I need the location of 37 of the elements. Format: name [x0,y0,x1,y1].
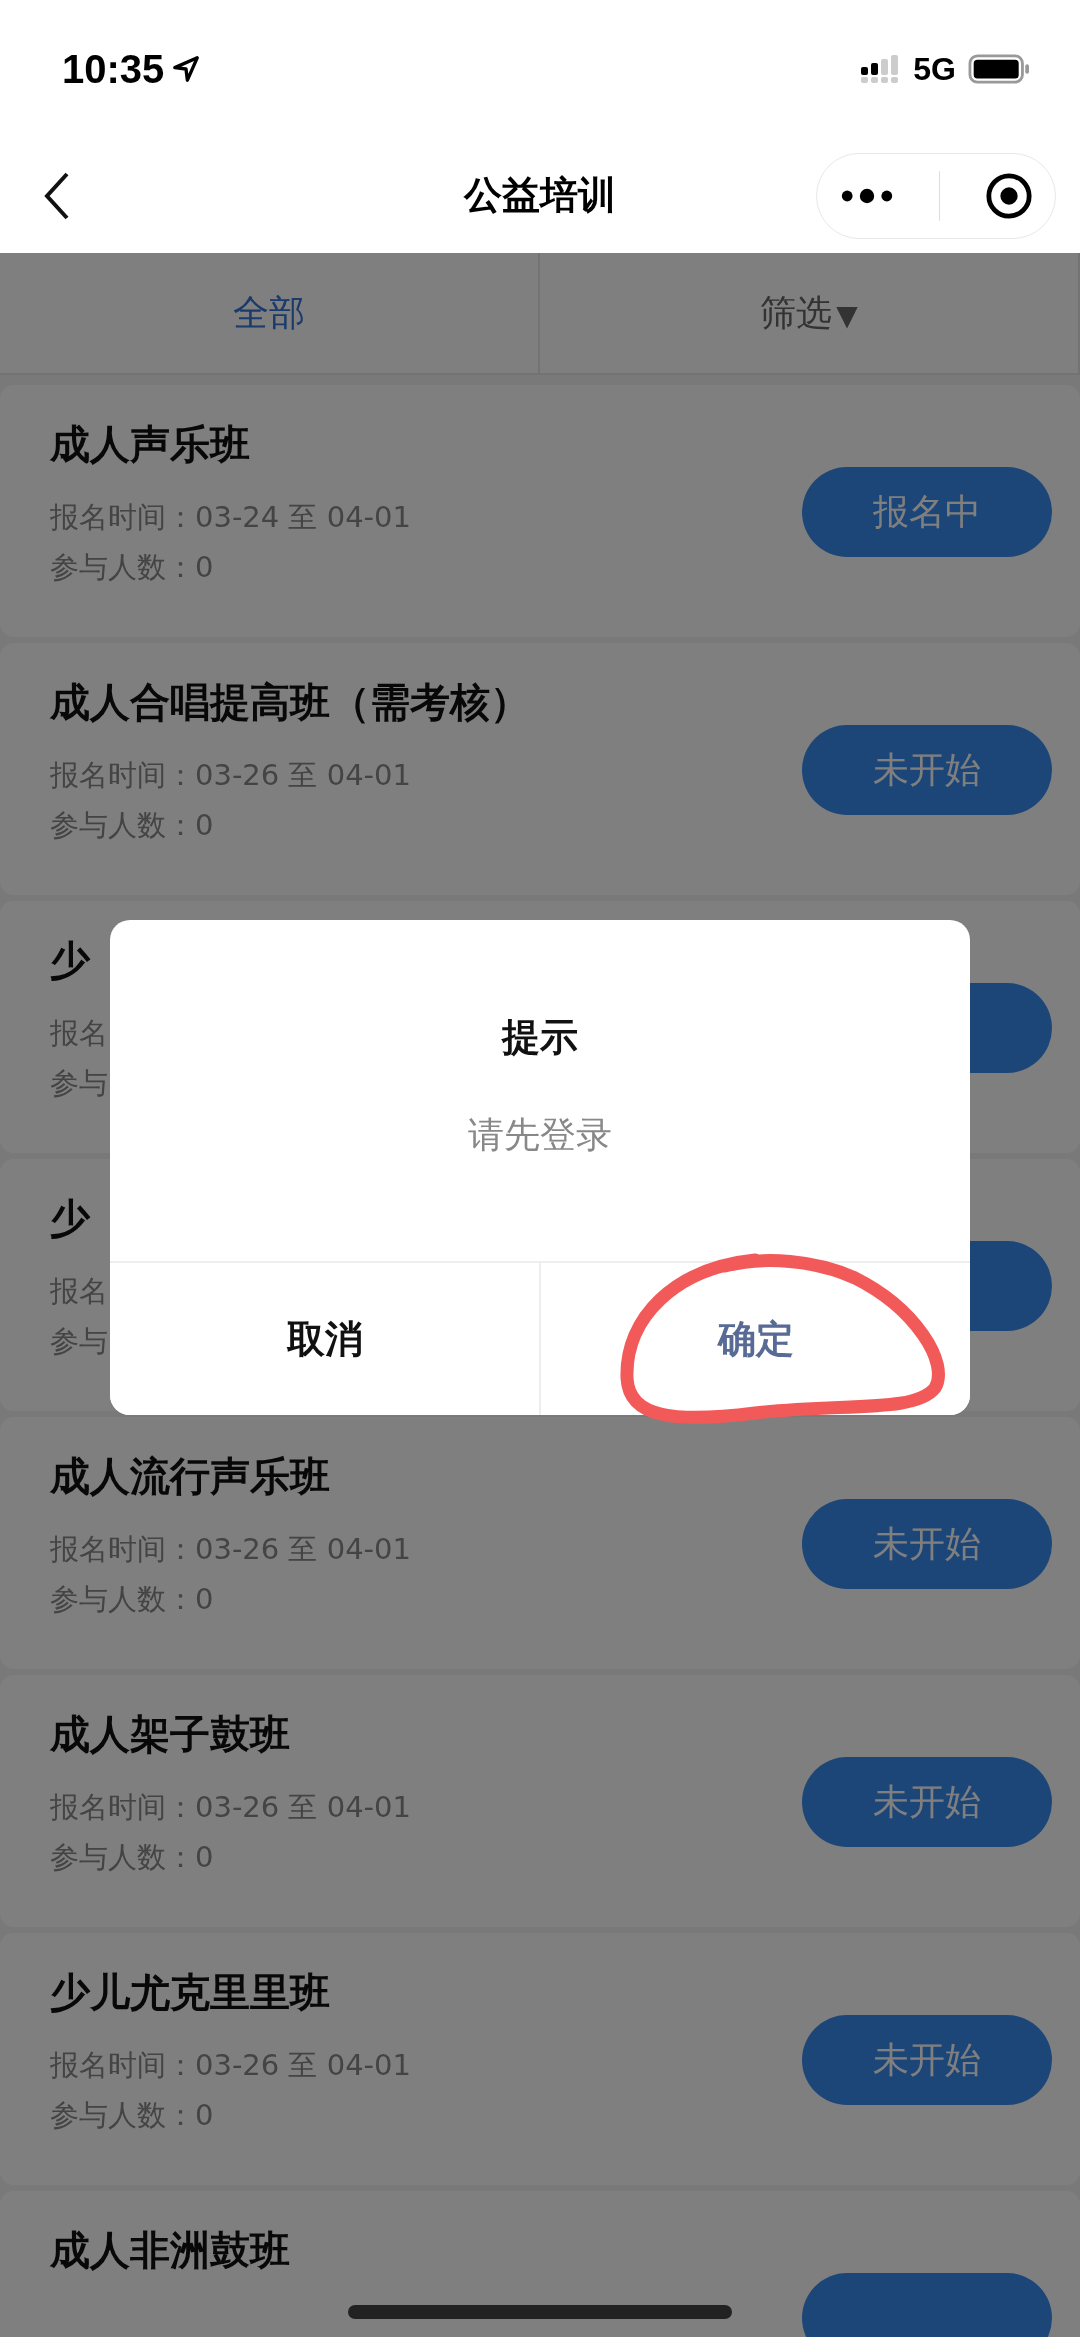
enrollment-period: 报名时间：03-26 至 04-01 [50,757,411,794]
course-title: 成人非洲鼓班 [50,2226,290,2275]
participant-count: 参与 [50,1323,108,1360]
course-card[interactable]: 少儿尤克里里班 报名时间：03-26 至 04-01 参与人数：0 未开始 [0,1933,1080,2185]
course-card[interactable]: 成人架子鼓班 报名时间：03-26 至 04-01 参与人数：0 未开始 [0,1675,1080,1927]
course-card[interactable]: 成人合唱提高班（需考核） 报名时间：03-26 至 04-01 参与人数：0 未开始 [0,643,1080,895]
participant-count: 参与 [50,1065,108,1102]
course-title: 少 [50,1194,90,1243]
enrollment-period: 报名时间：03-24 至 04-01 [50,499,411,536]
close-target-icon[interactable] [984,171,1033,220]
status-time: 10:35 [62,46,165,92]
participant-count: 参与人数：0 [50,1839,214,1876]
course-title: 少儿尤克里里班 [50,1968,330,2017]
cancel-button[interactable]: 取消 [110,1263,541,1415]
dialog-title: 提示 [502,1014,578,1061]
enrollment-period: 报名时间：03-26 至 04-01 [50,2047,411,2084]
page-title: 公益培训 [464,172,616,219]
course-title: 成人声乐班 [50,420,250,469]
network-label: 5G [913,50,956,88]
participant-count: 参与人数：0 [50,2097,214,2134]
course-title: 成人架子鼓班 [50,1710,290,1759]
enrollment-period: 报名 [50,1273,108,1310]
enrollment-period: 报名 [50,1015,108,1052]
battery-icon [968,54,1030,84]
course-card[interactable]: 成人流行声乐班 报名时间：03-26 至 04-01 参与人数：0 未开始 [0,1417,1080,1669]
course-card[interactable]: 成人声乐班 报名时间：03-24 至 04-01 参与人数：0 报名中 [0,385,1080,637]
course-title: 成人流行声乐班 [50,1452,330,1501]
course-title: 少 [50,936,90,985]
participant-count: 参与人数：0 [50,807,214,844]
location-arrow-icon [172,55,201,83]
enrollment-period: 报名时间：03-26 至 04-01 [50,1789,411,1826]
course-title: 成人合唱提高班（需考核） [50,678,530,727]
participant-count: 参与人数：0 [50,549,214,586]
dialog-message: 请先登录 [468,1113,612,1157]
participant-count: 参与人数：0 [50,1581,214,1618]
course-card[interactable]: 成人非洲鼓班 [0,2191,1080,2337]
enrollment-period: 报名时间：03-26 至 04-01 [50,1531,411,1568]
